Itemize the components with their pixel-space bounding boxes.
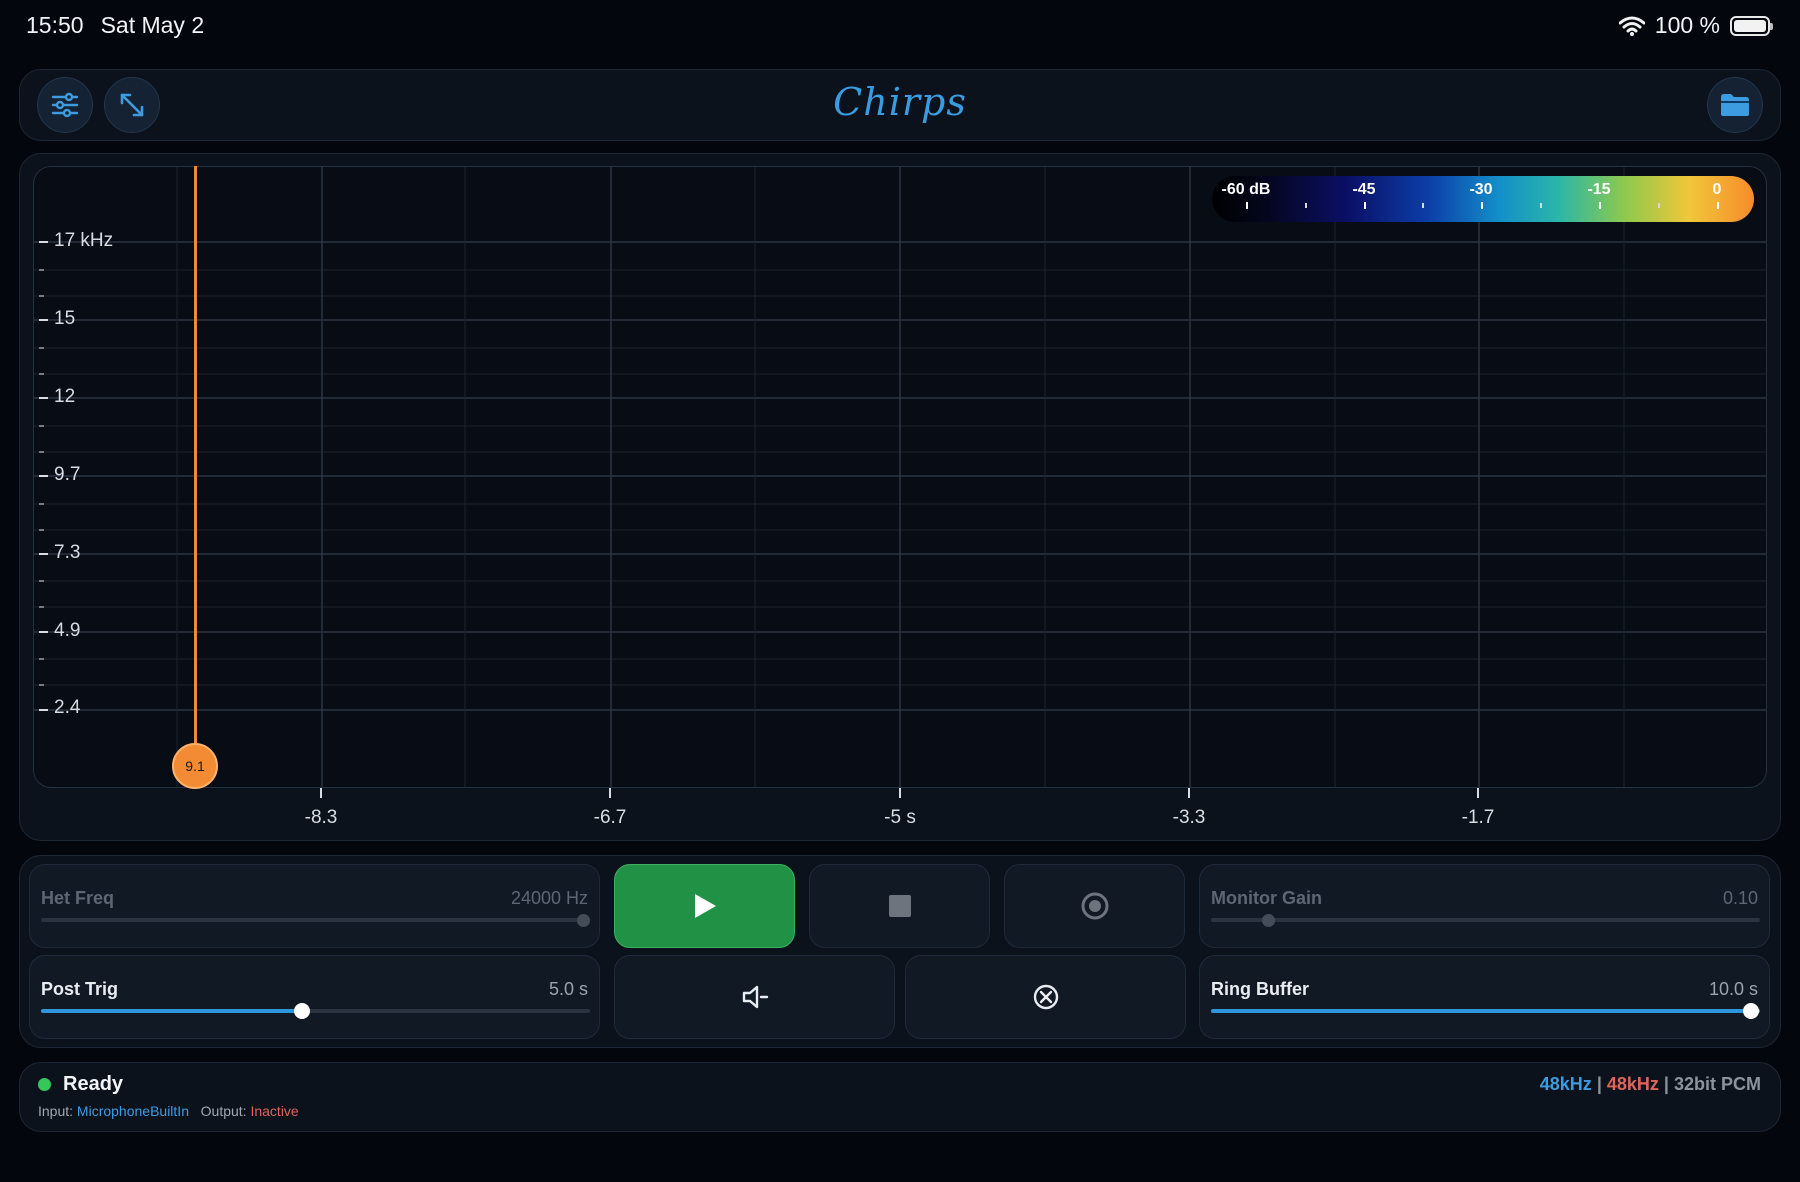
output-device: Inactive (250, 1103, 299, 1119)
post-trig-slider-card: Post Trig 5.0 s (29, 955, 600, 1039)
status-indicator (38, 1078, 51, 1091)
battery-percent: 100 % (1654, 12, 1720, 38)
output-label: Output: (200, 1103, 247, 1119)
x-circle-icon (1033, 984, 1058, 1010)
x-tick (899, 788, 901, 798)
input-label: Input: (38, 1103, 74, 1119)
monitor-gain-thumb[interactable] (1262, 914, 1275, 927)
het-freq-value: 24000 Hz (510, 888, 588, 908)
x-tick-label: -1.7 (1461, 807, 1495, 828)
record-button[interactable] (1004, 864, 1185, 948)
x-tick (1477, 788, 1479, 798)
play-button[interactable] (614, 864, 795, 948)
spectrogram-plot[interactable] (33, 166, 1767, 788)
het-freq-thumb[interactable] (577, 914, 590, 927)
ring-buffer-track[interactable] (1211, 1009, 1760, 1013)
y-tick-label: 15 (54, 308, 76, 329)
ring-buffer-value: 10.0 s (1708, 979, 1758, 999)
ring-buffer-thumb[interactable] (1743, 1003, 1759, 1019)
x-tick-label: -6.7 (593, 807, 627, 828)
y-tick-label: 9.7 (54, 464, 81, 485)
y-tick-label: 17 kHz (54, 230, 114, 251)
colorbar-tick (1422, 203, 1424, 208)
y-tick-label: 2.4 (54, 697, 81, 718)
colorbar-label: -45 (1352, 181, 1376, 198)
clear-button[interactable] (905, 955, 1186, 1039)
ring-buffer-fill (1211, 1009, 1760, 1013)
colorbar-tick (1481, 202, 1483, 209)
separator: | (1596, 1074, 1602, 1094)
folder-icon (1721, 94, 1749, 116)
colorbar-tick (1599, 202, 1601, 209)
het-freq-label: Het Freq (41, 888, 115, 908)
output-rate: 48kHz (1606, 1074, 1659, 1094)
cursor-value: 9.1 (185, 758, 205, 774)
record-icon (1081, 892, 1108, 920)
input-rate: 48kHz (1539, 1074, 1592, 1094)
y-tick-label: 4.9 (54, 620, 81, 641)
het-freq-slider-card: Het Freq 24000 Hz (29, 864, 600, 948)
colorbar-tick (1305, 203, 1307, 208)
audio-format: 48kHz | 48kHz | 32bit PCM (1540, 1074, 1761, 1095)
y-tick-label: 12 (54, 386, 76, 407)
post-trig-label: Post Trig (41, 979, 119, 999)
post-trig-value: 5.0 s (548, 979, 588, 999)
monitor-gain-slider-card: Monitor Gain 0.10 (1199, 864, 1770, 948)
post-trig-fill (41, 1009, 302, 1013)
date: Sat May 2 (100, 12, 205, 38)
speaker-muted-icon (742, 985, 768, 1009)
colorbar-tick (1540, 203, 1542, 208)
colorbar-label: -30 (1469, 181, 1493, 198)
post-trig-track[interactable] (41, 1009, 590, 1013)
x-tick-label: -5 s (884, 807, 916, 828)
stop-icon (888, 895, 911, 917)
speaker-button[interactable] (614, 955, 895, 1039)
status-bar-left: 15:50 Sat May 2 (26, 12, 204, 39)
colorbar-label: -15 (1587, 181, 1611, 198)
x-tick (320, 788, 322, 798)
colorbar-label: 0 (1712, 181, 1722, 198)
app-title: Chirps (833, 80, 967, 124)
spectrogram-grid (34, 167, 1766, 787)
colorbar-tick (1717, 202, 1719, 209)
colorbar-tick (1658, 203, 1660, 208)
colorbar-tick (1246, 202, 1248, 209)
x-tick-label: -3.3 (1172, 807, 1206, 828)
input-device: MicrophoneBuiltIn (76, 1103, 189, 1119)
post-trig-thumb[interactable] (294, 1003, 310, 1019)
monitor-gain-label: Monitor Gain (1211, 888, 1322, 908)
colorbar-label: -60 dB (1221, 181, 1271, 198)
status-text: Ready (63, 1073, 124, 1095)
x-tick-label: -8.3 (304, 807, 338, 828)
battery-icon (1730, 15, 1773, 36)
x-tick (1188, 788, 1190, 798)
status-bar-right: 100 % (1618, 12, 1773, 39)
ring-buffer-slider-card: Ring Buffer 10.0 s (1199, 955, 1770, 1039)
monitor-gain-value: 0.10 (1722, 888, 1758, 908)
ring-buffer-label: Ring Buffer (1211, 979, 1309, 999)
monitor-gain-track[interactable] (1211, 918, 1760, 922)
io-info: Input: MicrophoneBuiltIn Output: Inactiv… (38, 1103, 299, 1119)
colorbar-tick (1364, 202, 1366, 209)
y-tick-label: 7.3 (54, 542, 81, 563)
separator: | (1663, 1074, 1669, 1094)
stop-button[interactable] (809, 864, 990, 948)
trigger-cursor-line[interactable] (194, 166, 197, 764)
files-button[interactable] (1707, 77, 1763, 133)
trigger-cursor-handle[interactable]: 9.1 (172, 743, 218, 789)
wifi-icon (1618, 16, 1645, 36)
bit-format: 32bit PCM (1673, 1074, 1761, 1094)
play-icon (694, 894, 716, 918)
het-freq-track[interactable] (41, 918, 590, 922)
clock: 15:50 (26, 12, 84, 38)
x-tick (609, 788, 611, 798)
status-panel (19, 1062, 1781, 1132)
